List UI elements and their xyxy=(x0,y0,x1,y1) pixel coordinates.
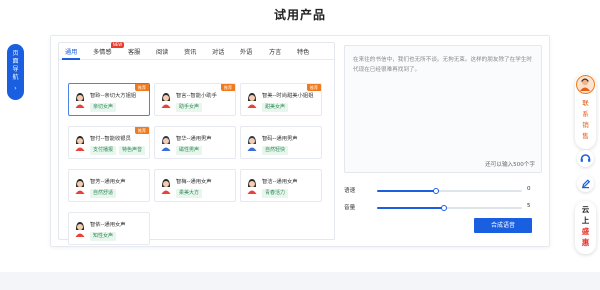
voice-name: 智言--智能小助手 xyxy=(176,93,217,99)
volume-control: 音量 5 xyxy=(344,203,544,213)
male-avatar-icon xyxy=(160,135,172,151)
voice-name: 智码--通用男声 xyxy=(262,136,298,142)
active-tab-underline xyxy=(62,58,80,60)
page-nav-label: 页面导航 xyxy=(12,50,19,81)
voice-tag: 青春活力 xyxy=(262,189,289,198)
female-avatar-icon xyxy=(74,178,86,194)
tab-dialogue[interactable]: 对话 xyxy=(212,47,224,56)
voice-card[interactable]: 智华--通用男声 磁性男声 xyxy=(154,126,236,159)
speed-label: 语速 xyxy=(344,188,356,194)
tab-general[interactable]: 通用 xyxy=(65,47,77,56)
cloud-promo-line2: 盛惠 xyxy=(581,227,590,247)
voice-card[interactable]: 智码--通用男声 自然轻快 xyxy=(240,126,322,159)
voice-tag: 亲切女声 xyxy=(90,103,117,112)
female-avatar-icon xyxy=(74,92,86,108)
voice-card[interactable]: 智依--通用女声 知性女声 xyxy=(68,212,150,245)
tab-news[interactable]: 资讯 xyxy=(184,47,196,56)
voice-tag: 自然舒适 xyxy=(90,189,117,198)
cloud-promo-button[interactable]: 云上 盛惠 xyxy=(575,201,596,254)
voice-card[interactable]: 智洁--通用女声 青春活力 xyxy=(240,169,322,202)
voice-tag: 柔美大方 xyxy=(176,189,203,198)
tab-foreign[interactable]: 外语 xyxy=(240,47,252,56)
voice-tag: 自然轻快 xyxy=(262,146,289,155)
voice-card[interactable]: 智付--智能收银员 支付播报 特色声音 推荐 xyxy=(68,126,150,159)
tab-dialect[interactable]: 方言 xyxy=(269,47,281,56)
voice-tag: 助手女声 xyxy=(176,103,203,112)
chevron-right-icon: › xyxy=(14,85,17,92)
voice-name: 智洁--通用女声 xyxy=(262,179,298,185)
female-avatar-icon xyxy=(74,135,86,151)
female-avatar-icon xyxy=(246,92,258,108)
char-count: 还可以输入500个字 xyxy=(485,162,535,168)
voice-card[interactable]: 智美--时尚甜美小姐姐 甜美女声 推荐 xyxy=(240,83,322,116)
voice-selector: 通用 多情感 NEW 客服 阅读 资讯 对话 外语 方言 特色 智聆--亲切大方… xyxy=(58,42,335,245)
bottom-band xyxy=(0,272,600,290)
voice-name: 智华--通用男声 xyxy=(176,136,212,142)
support-icon[interactable] xyxy=(577,150,594,167)
edit-icon[interactable] xyxy=(577,175,594,192)
female-avatar-icon xyxy=(246,178,258,194)
speed-value: 0 xyxy=(527,186,531,192)
page-title: 试用产品 xyxy=(273,8,326,22)
voice-category-tabs: 通用 多情感 NEW 客服 阅读 资讯 对话 外语 方言 特色 xyxy=(59,42,334,60)
volume-value: 5 xyxy=(527,203,531,209)
contact-sales-label: 联系销售 xyxy=(582,99,589,140)
voice-tag: 特色声音 xyxy=(119,146,146,155)
new-badge: NEW xyxy=(111,42,124,48)
trial-panel: 通用 多情感 NEW 客服 阅读 资讯 对话 外语 方言 特色 智聆--亲切大方… xyxy=(50,35,550,247)
volume-slider-fill xyxy=(377,207,444,209)
text-input-area[interactable]: 在来往的书信中，我们也无所不谈。无拘无束。这样的朋友除了在学生时代现在已经很难再… xyxy=(344,45,542,173)
voice-tag: 甜美女声 xyxy=(262,103,289,112)
sample-text[interactable]: 在来往的书信中，我们也无所不谈。无拘无束。这样的朋友除了在学生时代现在已经很难再… xyxy=(353,55,537,75)
volume-label: 音量 xyxy=(344,205,356,211)
voice-name: 智依--通用女声 xyxy=(90,222,126,228)
volume-slider[interactable] xyxy=(377,205,522,211)
speed-slider-fill xyxy=(377,190,437,192)
recommend-badge: 推荐 xyxy=(221,84,235,91)
recommend-badge: 推荐 xyxy=(307,84,321,91)
volume-slider-thumb[interactable] xyxy=(440,205,447,211)
recommend-badge: 推荐 xyxy=(135,127,149,134)
tab-emotion[interactable]: 多情感 xyxy=(93,47,112,56)
synthesize-button[interactable]: 合成语音 xyxy=(474,218,532,233)
female-avatar-icon xyxy=(160,178,172,194)
tab-service[interactable]: 客服 xyxy=(128,47,140,56)
voice-card[interactable]: 智言--智能小助手 助手女声 推荐 xyxy=(154,83,236,116)
contact-sales-button[interactable]: 联系销售 xyxy=(575,74,596,149)
voice-card[interactable]: 智芳--通用女声 自然舒适 xyxy=(68,169,150,202)
speed-slider-thumb[interactable] xyxy=(433,188,440,194)
voice-name: 智聆--亲切大方姐姐 xyxy=(90,93,137,99)
male-avatar-icon xyxy=(246,135,258,151)
speed-control: 语速 0 xyxy=(344,186,544,196)
voice-name: 智付--智能收银员 xyxy=(90,136,131,142)
female-avatar-icon xyxy=(160,92,172,108)
voice-name: 智芳--通用女声 xyxy=(90,179,126,185)
sales-agent-avatar xyxy=(576,75,595,94)
floating-contact-widget: 联系销售 云上 盛惠 xyxy=(575,74,596,254)
voice-tag: 知性女声 xyxy=(90,232,117,241)
voice-card[interactable]: 智梅--通用女声 柔美大方 xyxy=(154,169,236,202)
tab-reading[interactable]: 阅读 xyxy=(156,47,168,56)
voice-card[interactable]: 智聆--亲切大方姐姐 亲切女声 推荐 xyxy=(68,83,150,116)
voice-name: 智美--时尚甜美小姐姐 xyxy=(262,93,314,99)
speed-slider[interactable] xyxy=(377,188,522,194)
recommend-badge: 推荐 xyxy=(135,84,149,91)
cloud-promo-line1: 云上 xyxy=(581,205,590,225)
tab-special[interactable]: 特色 xyxy=(297,47,309,56)
female-avatar-icon xyxy=(74,221,86,237)
voice-tag: 支付播报 xyxy=(90,146,117,155)
voice-tag: 磁性男声 xyxy=(176,146,203,155)
page-nav-button[interactable]: 页面导航 › xyxy=(7,44,24,100)
voice-name: 智梅--通用女声 xyxy=(176,179,212,185)
